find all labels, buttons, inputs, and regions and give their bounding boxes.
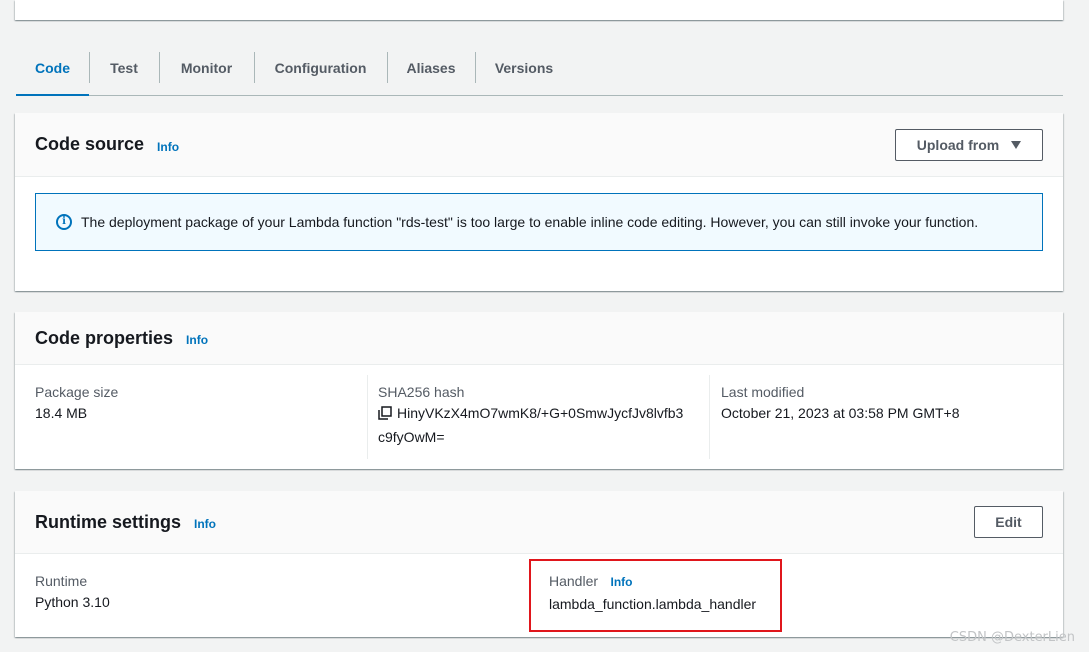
tab-code[interactable]: Code xyxy=(16,40,89,96)
code-properties-title: Code properties xyxy=(35,327,174,348)
last-modified-value: October 21, 2023 at 03:58 PM GMT+8 xyxy=(721,405,960,421)
tab-test[interactable]: Test xyxy=(89,40,159,95)
last-modified-label: Last modified xyxy=(721,384,805,400)
tab-monitor[interactable]: Monitor xyxy=(159,40,254,95)
edit-button-label: Edit xyxy=(995,514,1022,530)
tab-versions[interactable]: Versions xyxy=(475,40,573,95)
code-properties-panel: Code properties Info Package size 18.4 M… xyxy=(15,312,1063,469)
runtime-column: Runtime Python 3.10 xyxy=(35,573,110,613)
handler-label-row: Handler Info xyxy=(549,573,756,591)
runtime-settings-header: Runtime settings Info Edit xyxy=(15,491,1063,554)
handler-label: Handler xyxy=(549,573,599,589)
upload-from-label: Upload from xyxy=(916,136,1000,153)
runtime-settings-body: Runtime Python 3.10 Handler Info lambda_… xyxy=(15,554,1063,637)
tab-label: Code xyxy=(35,59,70,76)
tab-label: Configuration xyxy=(274,59,367,76)
upload-from-button[interactable]: Upload from xyxy=(895,128,1043,161)
tab-label: Aliases xyxy=(406,59,456,76)
tab-configuration[interactable]: Configuration xyxy=(254,40,387,95)
sha256-column: SHA256 hash HinyVKzX4mO7wmK8/+G+0SmwJycf… xyxy=(378,384,703,448)
handler-value: lambda_function.lambda_handler xyxy=(549,596,757,612)
runtime-value: Python 3.10 xyxy=(35,594,110,610)
edit-button[interactable]: Edit xyxy=(974,506,1043,538)
code-properties-body: Package size 18.4 MB SHA256 hash HinyVKz… xyxy=(15,365,1063,469)
runtime-settings-panel: Runtime settings Info Edit Runtime Pytho… xyxy=(15,491,1063,637)
top-panel xyxy=(15,0,1063,20)
column-divider xyxy=(367,375,368,459)
alert-text: The deployment package of your Lambda fu… xyxy=(81,214,979,230)
code-properties-header: Code properties Info xyxy=(15,312,1063,365)
copy-icon[interactable] xyxy=(378,404,392,426)
sha256-value: HinyVKzX4mO7wmK8/+G+0SmwJycfJv8lvfb3 xyxy=(378,402,703,426)
sha256-label: SHA256 hash xyxy=(378,384,465,400)
package-size-label: Package size xyxy=(35,384,119,400)
code-source-title: Code source xyxy=(35,134,145,154)
column-divider xyxy=(709,375,710,459)
sha256-line-1: HinyVKzX4mO7wmK8/+G+0SmwJycfJv8lvfb3 xyxy=(397,405,684,421)
package-size-value: 18.4 MB xyxy=(35,405,88,421)
tab-label: Versions xyxy=(494,59,554,76)
tab-aliases[interactable]: Aliases xyxy=(387,40,475,95)
code-source-panel: Code source Info Upload from i The deplo… xyxy=(15,113,1063,291)
info-circle-icon: i xyxy=(56,214,72,230)
tab-label: Test xyxy=(110,59,138,76)
watermark: CSDN @DexterLien xyxy=(949,630,1075,645)
package-size-column: Package size 18.4 MB xyxy=(35,384,118,424)
handler-info-link[interactable]: Info xyxy=(610,575,632,589)
code-properties-info-link[interactable]: Info xyxy=(186,333,208,347)
runtime-label: Runtime xyxy=(35,573,88,589)
caret-down-icon xyxy=(1011,140,1022,149)
code-source-header: Code source Info Upload from xyxy=(15,113,1063,177)
tab-bar: Code Test Monitor Configuration Aliases … xyxy=(16,40,1063,96)
info-alert: i The deployment package of your Lambda … xyxy=(35,193,1043,251)
runtime-settings-info-link[interactable]: Info xyxy=(194,517,216,531)
last-modified-column: Last modified October 21, 2023 at 03:58 … xyxy=(721,384,960,424)
handler-column: Handler Info lambda_function.lambda_hand… xyxy=(549,573,756,615)
code-source-info-link[interactable]: Info xyxy=(157,140,179,154)
runtime-settings-title: Runtime settings xyxy=(35,511,182,532)
sha256-line-2: c9fyOwM= xyxy=(378,429,445,445)
tab-label: Monitor xyxy=(180,59,233,76)
